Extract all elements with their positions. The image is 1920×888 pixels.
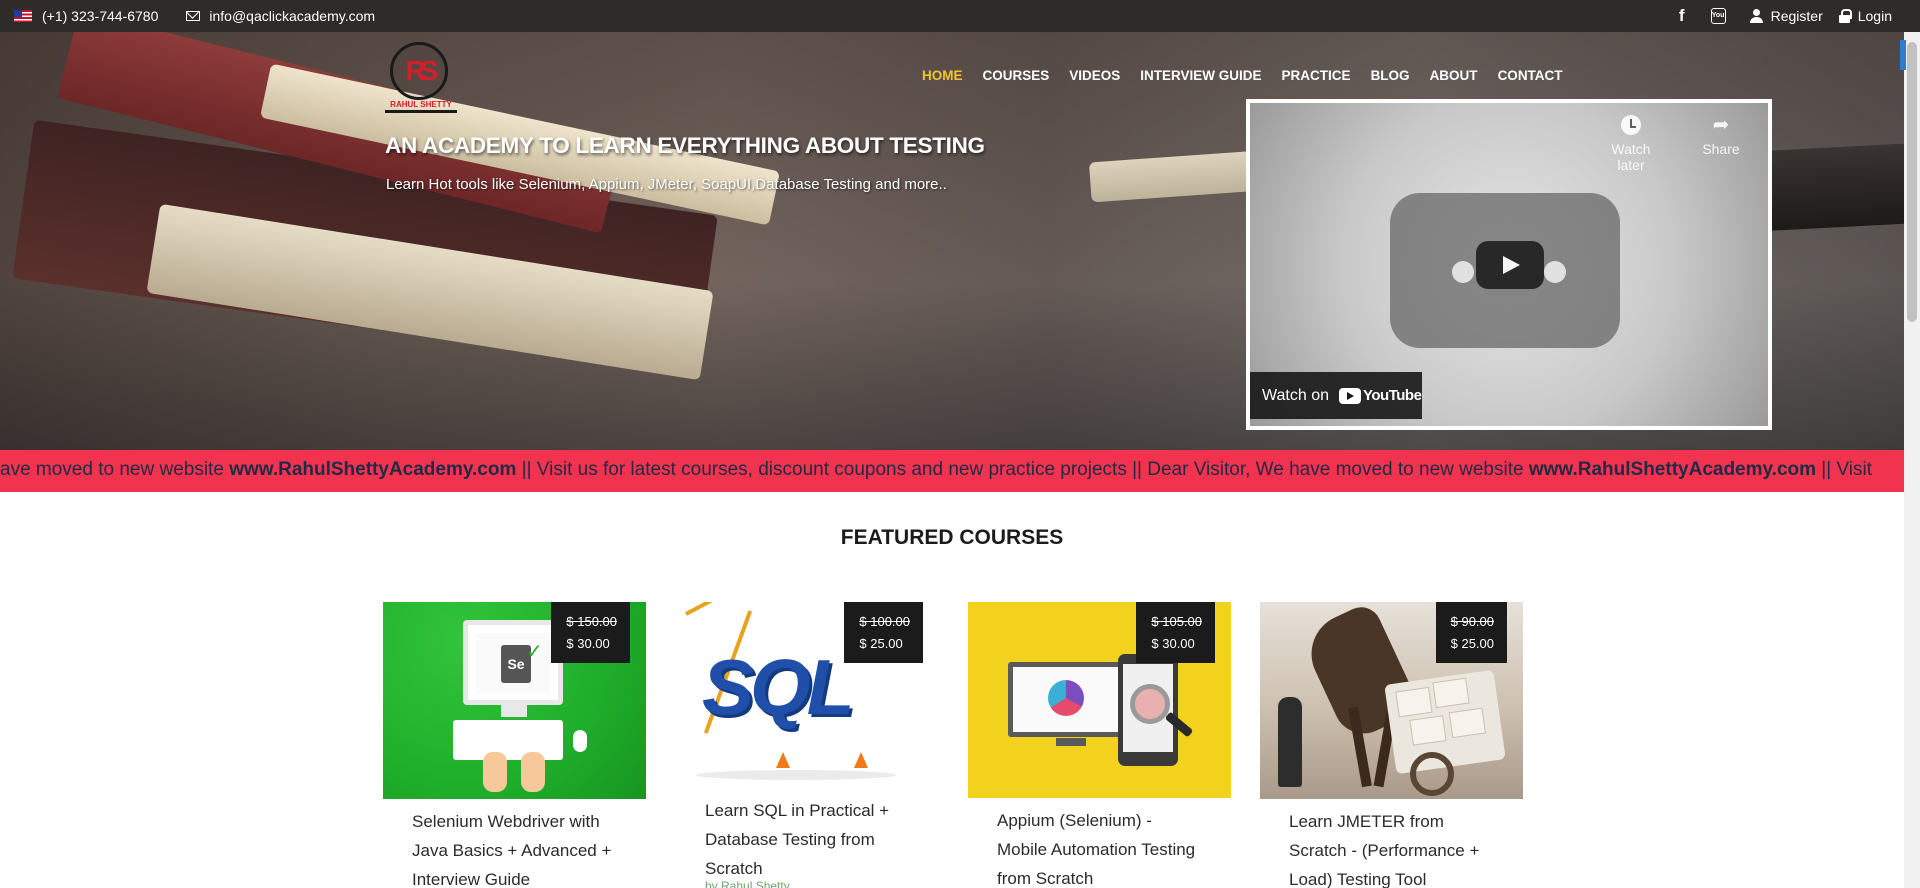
sale-price: $ 25.00 xyxy=(1450,636,1494,651)
watch-on-label: Watch on xyxy=(1262,386,1329,404)
watch-later-label: Watch later xyxy=(1611,141,1651,173)
course-card[interactable]: $ 105.00 $ 30.00 Appium (Selenium) - Mob… xyxy=(968,602,1231,888)
featured-courses-heading: FEATURED COURSES xyxy=(840,526,1064,549)
scroll-indicator xyxy=(1900,40,1906,70)
logo-mark: RS xyxy=(405,55,439,86)
hero-banner: RS RAHUL SHETTY HOME COURSES VIDEOS INTE… xyxy=(0,32,1904,450)
us-flag-icon xyxy=(14,10,32,22)
phone-number[interactable]: (+1) 323-744-6780 xyxy=(42,8,158,24)
share-label: Share xyxy=(1702,141,1740,157)
youtube-wordmark: YouTube xyxy=(1363,387,1422,404)
lock-icon xyxy=(1838,9,1852,23)
course-image-jmeter[interactable]: $ 90.00 $ 25.00 xyxy=(1260,602,1523,799)
marquee-text: ave moved to new website www.RahulShetty… xyxy=(0,459,1873,480)
marquee-link[interactable]: www.RahulShettyAcademy.com xyxy=(1529,459,1816,480)
site-logo[interactable]: RS RAHUL SHETTY xyxy=(385,42,457,114)
youtube-play-icon xyxy=(1339,387,1361,404)
share-icon: ➦ xyxy=(1712,114,1730,136)
nav-interview-guide[interactable]: INTERVIEW GUIDE xyxy=(1140,68,1261,88)
course-title[interactable]: Learn JMETER from Scratch - (Performance… xyxy=(1289,807,1494,888)
course-title[interactable]: Selenium Webdriver with Java Basics + Ad… xyxy=(412,807,617,888)
login-link[interactable]: Login xyxy=(1858,8,1892,24)
sale-price: $ 25.00 xyxy=(859,636,903,651)
price-badge: $ 100.00 $ 25.00 xyxy=(844,602,923,663)
course-title[interactable]: Appium (Selenium) - Mobile Automation Te… xyxy=(997,806,1202,888)
youtube-logo: YouTube xyxy=(1339,387,1422,404)
course-author[interactable]: by Rahul Shetty xyxy=(705,879,939,888)
top-bar: (+1) 323-744-6780 info@qaclickacademy.co… xyxy=(0,0,1920,32)
youtube-embed[interactable]: Watch later ➦ Share Watch on YouTube xyxy=(1246,99,1772,430)
share-button[interactable]: ➦ Share xyxy=(1686,115,1756,157)
course-image-sql[interactable]: SQL $ 100.00 $ 25.00 xyxy=(676,602,939,788)
nav-contact[interactable]: CONTACT xyxy=(1498,68,1563,88)
course-card[interactable]: $ 90.00 $ 25.00 Learn JMETER from Scratc… xyxy=(1260,602,1523,888)
user-icon xyxy=(1749,9,1763,23)
old-price: $ 150.00 xyxy=(566,614,617,629)
marquee-link[interactable]: www.RahulShettyAcademy.com xyxy=(229,459,516,480)
sale-price: $ 30.00 xyxy=(1151,636,1195,651)
facebook-icon[interactable]: f xyxy=(1679,6,1685,26)
mail-icon xyxy=(186,11,201,21)
hero-title: AN ACADEMY TO LEARN EVERYTHING ABOUT TES… xyxy=(385,133,985,158)
clock-icon xyxy=(1621,115,1641,135)
scrollbar-thumb[interactable] xyxy=(1907,42,1917,322)
watch-on-youtube-button[interactable]: Watch on YouTube xyxy=(1250,372,1422,419)
old-price: $ 105.00 xyxy=(1151,614,1202,629)
course-image-selenium[interactable]: Se ✓ $ 150.00 $ 30.00 xyxy=(383,602,646,799)
price-badge: $ 150.00 $ 30.00 xyxy=(551,602,630,663)
price-badge: $ 105.00 $ 30.00 xyxy=(1136,602,1215,663)
nav-practice[interactable]: PRACTICE xyxy=(1282,68,1351,88)
price-badge: $ 90.00 $ 25.00 xyxy=(1435,602,1507,663)
announcement-marquee: ave moved to new website www.RahulShetty… xyxy=(0,450,1904,492)
page-scrollbar[interactable] xyxy=(1904,32,1920,888)
hero-subtitle: Learn Hot tools like Selenium, Appium, J… xyxy=(386,176,947,193)
nav-courses[interactable]: COURSES xyxy=(983,68,1050,88)
course-card[interactable]: Se ✓ $ 150.00 $ 30.00 Selenium Webdriver … xyxy=(383,602,646,888)
watch-later-button[interactable]: Watch later xyxy=(1596,115,1666,173)
email-address[interactable]: info@qaclickacademy.com xyxy=(209,8,375,24)
youtube-icon[interactable]: You xyxy=(1710,8,1726,24)
nav-blog[interactable]: BLOG xyxy=(1371,68,1410,88)
sale-price: $ 30.00 xyxy=(566,636,610,651)
nav-home[interactable]: HOME xyxy=(922,68,963,88)
register-link[interactable]: Register xyxy=(1771,8,1823,24)
course-title[interactable]: Learn SQL in Practical + Database Testin… xyxy=(705,796,910,883)
nav-videos[interactable]: VIDEOS xyxy=(1069,68,1120,88)
old-price: $ 90.00 xyxy=(1450,614,1494,629)
logo-text: RAHUL SHETTY xyxy=(390,100,452,109)
course-card[interactable]: SQL $ 100.00 $ 25.00 Learn SQL in Practi… xyxy=(676,602,939,888)
course-image-appium[interactable]: $ 105.00 $ 30.00 xyxy=(968,602,1231,798)
play-button[interactable] xyxy=(1476,241,1544,289)
contact-info: (+1) 323-744-6780 info@qaclickacademy.co… xyxy=(14,0,375,32)
account-links: f You Register Login xyxy=(1679,0,1892,32)
nav-about[interactable]: ABOUT xyxy=(1430,68,1478,88)
old-price: $ 100.00 xyxy=(859,614,910,629)
main-nav: HOME COURSES VIDEOS INTERVIEW GUIDE PRAC… xyxy=(922,68,1563,88)
